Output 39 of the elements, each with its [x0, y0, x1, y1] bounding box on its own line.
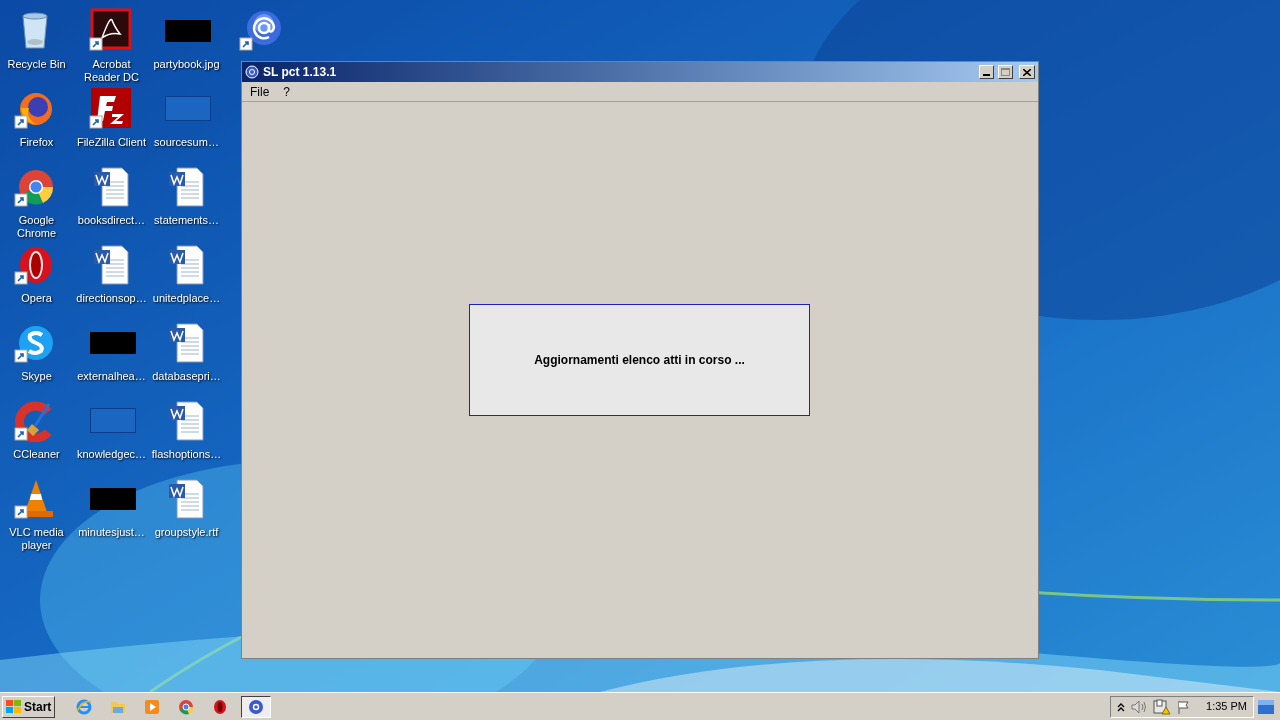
menu-item[interactable]: File — [244, 82, 276, 101]
start-button[interactable]: Start — [2, 695, 56, 718]
icon-label[interactable]: Google Chrome — [0, 214, 74, 240]
icon-label[interactable]: Skype — [0, 370, 74, 383]
icon-label[interactable]: groupstyle.rtf — [149, 526, 224, 539]
icon-label[interactable]: sourcesum… — [149, 136, 224, 149]
icon-label[interactable]: directionsop… — [74, 292, 149, 305]
icon-label[interactable]: Firefox — [0, 136, 74, 149]
icon-label[interactable]: knowledgec… — [74, 448, 149, 461]
close-button[interactable] — [1019, 65, 1035, 79]
status-message: Aggiornamenti elenco atti in corso ... — [534, 352, 745, 369]
icon-label[interactable]: Opera — [0, 292, 74, 305]
icon-label[interactable]: Acrobat Reader DC — [74, 58, 149, 84]
show-desktop-icon[interactable] — [1258, 699, 1274, 714]
icon-label[interactable]: Recycle Bin — [0, 58, 74, 71]
icon-label[interactable]: databasepri… — [149, 370, 224, 383]
icon-label[interactable]: CCleaner — [0, 448, 74, 461]
window-title: SL pct 1.13.1 — [263, 64, 337, 81]
network-warning-icon[interactable] — [1153, 698, 1171, 715]
icon-label[interactable]: externalhea… — [74, 370, 149, 383]
menu-item[interactable]: ? — [277, 82, 297, 101]
speaker-icon[interactable] — [1131, 699, 1147, 714]
icon-label[interactable]: statements… — [149, 214, 224, 227]
icon-label[interactable]: partybook.jpg — [149, 58, 224, 71]
icon-label[interactable]: FileZilla Client — [74, 136, 149, 149]
chevron-up-icon[interactable] — [1117, 701, 1125, 712]
close-icon[interactable] — [1023, 68, 1031, 76]
icon-label[interactable]: flashoptions… — [149, 448, 224, 461]
app-icon — [245, 65, 259, 79]
minimize-button[interactable] — [979, 65, 994, 79]
chrome-icon[interactable] — [178, 698, 195, 715]
opera-icon[interactable] — [212, 698, 229, 715]
icon-label[interactable]: booksdirect… — [74, 214, 149, 227]
active-task-button[interactable] — [241, 695, 272, 718]
icon-label[interactable]: unitedplace… — [149, 292, 224, 305]
flag-icon[interactable] — [1177, 699, 1191, 714]
icon-label[interactable]: VLC media player — [0, 526, 74, 552]
clock[interactable]: 1:35 PM — [1206, 698, 1247, 715]
icon-label[interactable]: minutesjust… — [74, 526, 149, 539]
